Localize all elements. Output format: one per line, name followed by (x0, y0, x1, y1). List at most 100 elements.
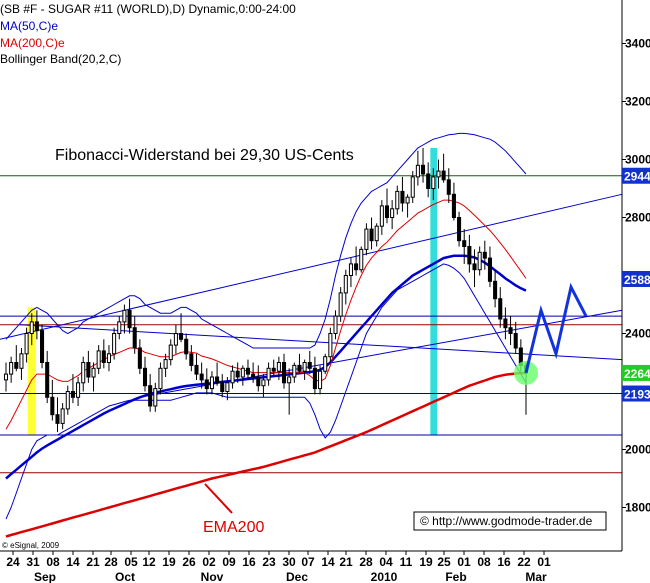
candle-body (441, 170, 446, 181)
sugar-chart: 1800200022002400260028003000320034002431… (0, 0, 650, 583)
candle-body (482, 251, 487, 259)
y-tick-label: 2800 (625, 211, 650, 225)
candle-body (343, 275, 348, 294)
price-badge-label: 2944 (624, 170, 650, 184)
candle-body (333, 315, 338, 335)
y-tick-label: 3400 (625, 37, 650, 51)
legend-ma50: MA(50,C)e (0, 19, 58, 33)
candle-body (379, 205, 384, 227)
candle-body (415, 164, 420, 178)
candle-body (426, 173, 431, 189)
price-badge: 2193 (622, 385, 650, 402)
candle-body (364, 228, 369, 250)
candle-body (328, 333, 333, 358)
esignal-credit: © eSignal, 2009 (2, 541, 60, 550)
candle-body (374, 225, 379, 242)
candle-body (266, 367, 271, 381)
candle-body (148, 385, 153, 407)
candle (40, 324, 45, 369)
candle-body (163, 359, 168, 369)
candle-body (65, 391, 70, 410)
candle-body (86, 362, 91, 378)
candle-body (359, 248, 364, 271)
candle-body (287, 376, 292, 384)
x-tick-label: 26 (182, 555, 196, 569)
candle-body (240, 367, 245, 378)
x-tick-label: 25 (437, 555, 451, 569)
candle-body (112, 333, 117, 355)
candle-body (302, 362, 307, 372)
candle-body (132, 327, 137, 349)
x-tick-label: 08 (46, 555, 60, 569)
candle-body (384, 205, 390, 218)
candle-body (348, 263, 353, 276)
candle-body (19, 353, 24, 369)
candle-body (209, 376, 214, 390)
candle-body (137, 347, 142, 369)
candle-body (493, 280, 498, 300)
candle-body (503, 318, 508, 329)
candle-body (189, 353, 194, 366)
x-tick-label: 04 (379, 555, 393, 569)
candle-body (431, 176, 436, 189)
candle-body (142, 367, 148, 387)
x-tick-label: 19 (162, 555, 176, 569)
candle-body (70, 391, 75, 398)
candle-body (106, 353, 111, 363)
candle-body (117, 321, 122, 334)
y-tick-label: 2000 (625, 443, 650, 457)
candle-body (204, 379, 209, 390)
candle-body (122, 309, 127, 323)
y-tick-label: 3200 (625, 95, 650, 109)
x-tick-label: 01 (537, 555, 551, 569)
y-tick-label: 2400 (625, 327, 650, 341)
y-tick-label: 3000 (625, 153, 650, 167)
x-tick-label: 24 (6, 555, 20, 569)
candle-body (81, 362, 86, 384)
candle-body (194, 364, 199, 375)
candle-body (24, 333, 29, 355)
x-tick-label: 28 (359, 555, 373, 569)
candle-body (354, 263, 359, 271)
month-label: 2010 (371, 570, 398, 583)
x-tick-label: 23 (262, 555, 276, 569)
x-tick-label: 21 (86, 555, 100, 569)
month-label: Sep (34, 570, 56, 583)
x-tick-label: 05 (124, 555, 138, 569)
x-tick-label: 16 (497, 555, 511, 569)
x-tick-label: 11 (400, 555, 413, 569)
x-tick-label: 19 (419, 555, 433, 569)
price-badge-label: 2193 (624, 388, 650, 402)
candle-body (76, 382, 81, 398)
candle-body (173, 333, 178, 346)
x-tick-label: 09 (222, 555, 236, 569)
candle-body (3, 373, 9, 381)
month-label: Feb (445, 570, 466, 583)
x-tick-label: 14 (66, 555, 80, 569)
candle-body (50, 396, 55, 416)
ema200-annotation: EMA200 (203, 519, 264, 536)
x-tick-label: 22 (517, 555, 531, 569)
x-tick-label: 30 (282, 555, 296, 569)
x-tick-label: 01 (457, 555, 471, 569)
candle-body (395, 190, 400, 210)
price-badge-label: 2264 (624, 367, 650, 381)
candle-body (467, 246, 472, 265)
candle-body (9, 362, 14, 375)
candle-body (14, 362, 19, 369)
x-tick-label: 08 (477, 555, 491, 569)
candle-body (338, 292, 343, 317)
candle-body (318, 370, 323, 390)
candle-body (462, 240, 467, 247)
price-badge: 2264 (622, 364, 650, 381)
y-tick-label: 1800 (625, 501, 650, 515)
x-tick-label: 21 (339, 555, 353, 569)
candle-body (235, 370, 240, 378)
candle-body (271, 367, 276, 372)
candle-body (487, 257, 492, 282)
candle-body (153, 388, 158, 407)
candle-body (40, 330, 45, 364)
candle-body (472, 263, 477, 271)
candle-body (446, 179, 451, 195)
candle-body (498, 298, 503, 320)
